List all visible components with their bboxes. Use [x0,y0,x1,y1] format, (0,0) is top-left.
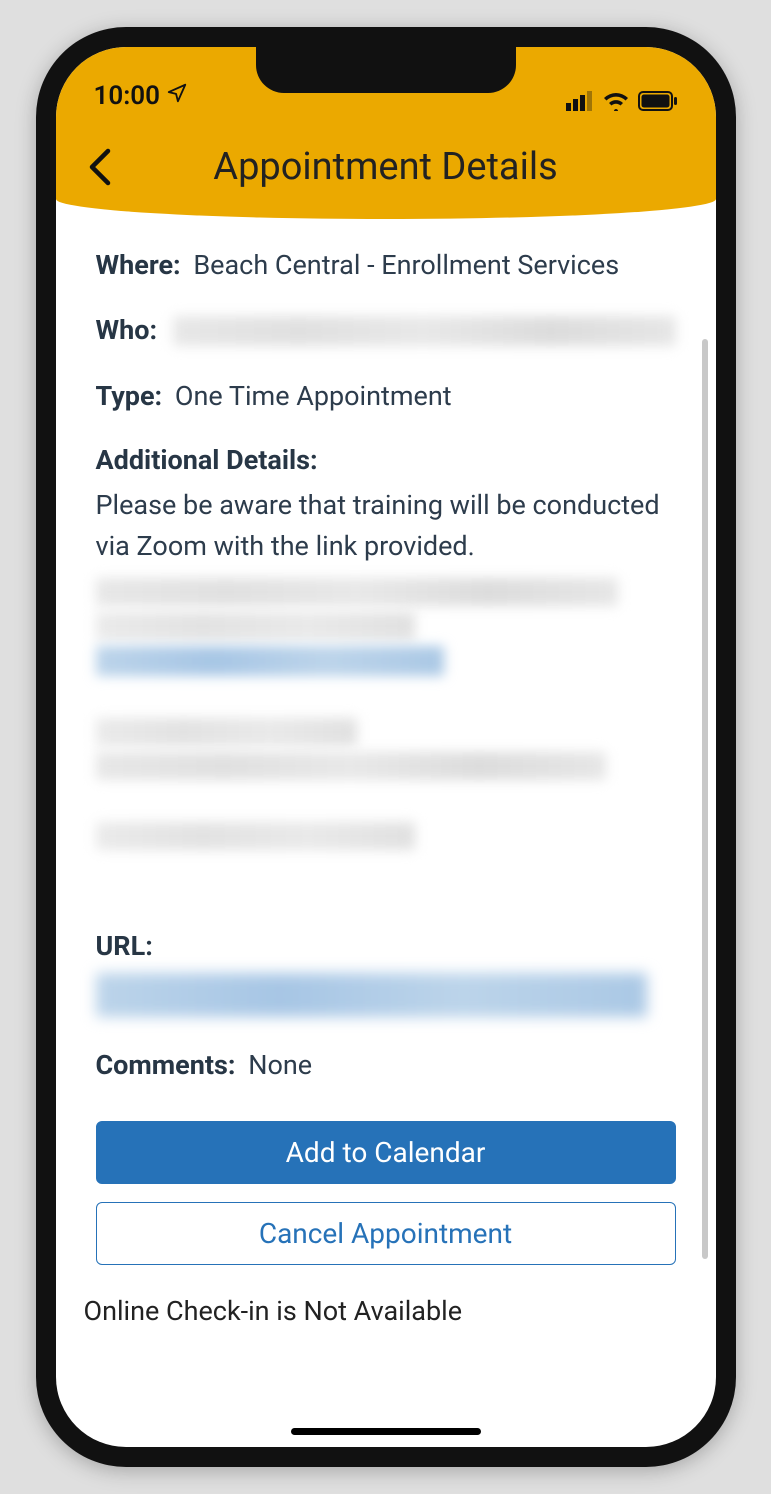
notch [256,47,516,93]
additional-details-field: Additional Details: Please be aware that… [96,440,676,568]
where-field: Where: Beach Central - Enrollment Servic… [96,245,676,286]
who-label: Who: [96,310,158,351]
back-button[interactable] [80,148,118,186]
comments-label: Comments: [96,1049,236,1081]
redacted-text [96,718,357,746]
action-buttons: Add to Calendar Cancel Appointment [96,1121,676,1265]
where-value: Beach Central - Enrollment Services [193,249,619,281]
redacted-text [96,752,606,780]
redacted-text [96,612,415,640]
phone-frame: 10:00 Appointment Detai [36,27,736,1467]
add-to-calendar-button[interactable]: Add to Calendar [96,1121,676,1184]
phone-screen: 10:00 Appointment Detai [56,47,716,1447]
redacted-url[interactable] [96,973,647,1017]
url-label: URL: [96,930,153,962]
home-indicator[interactable] [291,1428,481,1435]
who-field: Who: [96,310,676,352]
additional-details-label: Additional Details: [96,440,670,481]
comments-value: None [248,1049,312,1081]
status-left: 10:00 [94,81,189,111]
cancel-appointment-button[interactable]: Cancel Appointment [96,1202,676,1265]
additional-details-text: Please be aware that training will be co… [96,485,676,569]
cellular-icon [566,91,594,111]
type-field: Type: One Time Appointment [96,376,676,417]
nav-bar: Appointment Details [56,117,716,219]
where-label: Where: [96,249,181,281]
comments-field: Comments: None [96,1045,676,1086]
status-right [566,91,678,111]
status-time: 10:00 [94,81,161,111]
redacted-text [173,316,675,346]
wifi-icon [602,91,630,111]
type-label: Type: [96,380,163,412]
checkin-status-text: Online Check-in is Not Available [84,1295,676,1327]
content-area[interactable]: Where: Beach Central - Enrollment Servic… [56,219,716,1447]
chevron-left-icon [86,147,112,187]
page-title: Appointment Details [118,145,654,189]
battery-icon [638,91,678,111]
scrollbar[interactable] [702,339,708,1259]
redacted-link [96,646,444,676]
redacted-text [96,578,618,606]
type-value: One Time Appointment [175,380,452,412]
redacted-text [96,822,415,850]
url-field: URL: [96,926,676,967]
location-arrow-icon [166,82,188,110]
